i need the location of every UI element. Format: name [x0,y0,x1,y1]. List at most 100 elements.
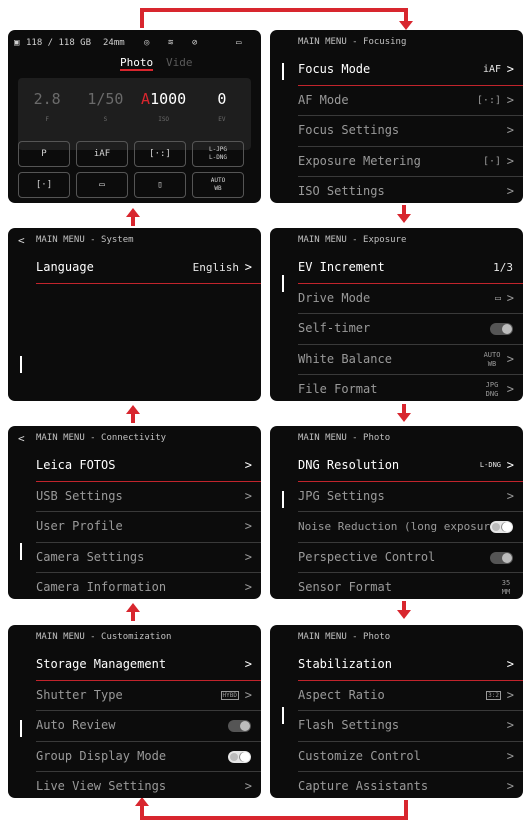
chevron-right-icon: > [244,260,252,274]
chevron-right-icon: > [506,779,514,794]
menu-item-jpg-settings[interactable]: JPG Settings > [298,482,523,513]
menu-item-focus-settings[interactable]: Focus Settings > [298,116,523,147]
wifi-icon: ≋ [168,38,174,48]
menu-item-stabilization[interactable]: Stabilization > [298,650,523,681]
tab-video[interactable]: Vide [166,56,193,69]
chevron-right-icon: > [506,123,514,138]
menu-item-capture-assistants[interactable]: Capture Assistants > [298,772,523,798]
menu-item-live-view-settings[interactable]: Live View Settings > [36,772,261,798]
back-icon[interactable]: < [18,228,25,253]
menu-item-focus-mode[interactable]: Focus Mode iAF > [298,55,523,86]
perspective-control-toggle[interactable] [490,551,513,564]
focal-length: 24mm [103,38,125,48]
menu-focusing: MAIN MENU - Focusing Focus Mode iAF > AF M… [270,30,523,203]
gps-icon: ◎ [144,38,150,48]
menu-customization: MAIN MENU - Customization Storage Manage… [8,625,261,798]
group-display-toggle[interactable] [228,750,251,763]
menu-item-aspect-ratio[interactable]: Aspect Ratio 3:2 > [298,681,523,712]
aperture-readout[interactable]: 2.8 F [18,78,76,150]
program-mode-button[interactable]: P [18,141,70,167]
chevron-right-icon: > [506,92,514,107]
menu-item-group-display-mode[interactable]: Group Display Mode [36,742,261,773]
chevron-right-icon: > [506,382,514,397]
menu-item-iso-settings[interactable]: ISO Settings > [298,177,523,203]
menu-item-storage-management[interactable]: Storage Management > [36,650,261,681]
back-icon[interactable]: < [18,426,25,451]
mode-tabs: Photo Vide [8,56,261,74]
storage-readout: 118 / 118 GB [26,38,92,48]
metering-button[interactable]: [·] [18,172,70,198]
menu-photo-1: MAIN MENU - Photo DNG Resolution L-DNG > J… [270,426,523,599]
menu-item-shutter-type[interactable]: Shutter Type HYBD > [36,681,261,712]
menu-header: < MAIN MENU - System [8,228,261,253]
menu-header: MAIN MENU - Exposure [298,235,407,245]
scrollbar[interactable] [282,707,284,724]
menu-item-ev-increment[interactable]: EV Increment 1/3 [298,253,523,284]
menu-item-white-balance[interactable]: White Balance AUTO WB > [298,345,523,376]
chevron-right-icon: > [506,718,514,733]
chevron-right-icon: > [506,290,514,305]
noise-reduction-toggle[interactable] [490,521,513,534]
scrollbar[interactable] [20,720,22,737]
chevron-right-icon: > [244,687,252,702]
scrollbar[interactable] [20,543,22,560]
scrollbar[interactable] [282,63,284,80]
menu-item-usb-settings[interactable]: USB Settings > [36,482,261,513]
white-balance-button[interactable]: AUTO WB [192,172,244,198]
single-shot-icon: ▭ [494,292,501,304]
menu-item-leica-fotos[interactable]: Leica FOTOS > [36,451,261,482]
chevron-right-icon: > [244,458,252,472]
single-shot-icon: ▭ [99,180,105,190]
chevron-right-icon: > [506,748,514,763]
menu-item-user-profile[interactable]: User Profile > [36,512,261,543]
self-timer-toggle[interactable] [490,323,513,336]
chevron-right-icon: > [506,488,514,503]
menu-item-perspective-control[interactable]: Perspective Control [298,543,523,574]
iso-readout[interactable]: A1000 ISO [135,78,193,150]
menu-item-sensor-format[interactable]: Sensor Format 35 MM [298,573,523,599]
menu-exposure: MAIN MENU - Exposure EV Increment 1/3 Dri… [270,228,523,401]
menu-item-dng-resolution[interactable]: DNG Resolution L-DNG > [298,451,523,482]
menu-item-auto-review[interactable]: Auto Review [36,711,261,742]
tab-photo[interactable]: Photo [120,56,154,71]
menu-item-camera-settings[interactable]: Camera Settings > [36,543,261,574]
ev-readout[interactable]: 0 EV [193,78,251,150]
focus-mode-button[interactable]: iAF [76,141,128,167]
status-bar: ▣ 118 / 118 GB 24mm ◎ ≋ ⊘ ▭ [8,30,261,56]
chevron-right-icon: > [506,687,514,702]
scrollbar[interactable] [282,275,284,292]
menu-item-noise-reduction[interactable]: Noise Reduction (long exposure) [298,512,523,543]
chevron-right-icon: > [244,657,252,671]
drive-mode-button[interactable]: ▭ [76,172,128,198]
chevron-right-icon: > [506,153,514,168]
menu-item-af-mode[interactable]: AF Mode [·:] > [298,86,523,117]
menu-item-camera-information[interactable]: Camera Information > [36,573,261,599]
menu-header: MAIN MENU - Focusing [298,37,407,47]
chevron-right-icon: > [506,458,514,472]
menu-item-language[interactable]: Language English > [36,253,261,284]
file-format-button[interactable]: L-JPG L-DNG [192,141,244,167]
chevron-right-icon: > [244,549,252,564]
menu-item-drive-mode[interactable]: Drive Mode ▭ > [298,284,523,315]
menu-header: MAIN MENU - Photo [298,632,391,642]
shutter-readout[interactable]: 1/50 S [76,78,134,150]
chevron-right-icon: > [244,779,252,794]
chevron-right-icon: > [244,488,252,503]
sd-card-icon: ▣ [14,38,20,48]
scrollbar[interactable] [20,356,22,373]
chevron-right-icon: > [506,657,514,671]
stabilization-button[interactable]: ▯ [134,172,186,198]
af-field-icon: [·:] [149,149,171,159]
auto-review-toggle[interactable] [228,720,251,733]
menu-item-customize-control[interactable]: Customize Control > [298,742,523,773]
menu-item-exposure-metering[interactable]: Exposure Metering [·] > [298,147,523,178]
menu-item-flash-settings[interactable]: Flash Settings > [298,711,523,742]
menu-item-self-timer[interactable]: Self-timer [298,314,523,345]
menu-photo-2: MAIN MENU - Photo Stabilization > Aspect … [270,625,523,798]
menu-connectivity: < MAIN MENU - Connectivity Leica FOTOS > U… [8,426,261,599]
home-screen: ▣ 118 / 118 GB 24mm ◎ ≋ ⊘ ▭ Photo Vide 2… [8,30,261,203]
menu-item-file-format[interactable]: File Format JPG DNG > [298,375,523,401]
menu-system: < MAIN MENU - System Language English > [8,228,261,401]
scrollbar[interactable] [282,491,284,508]
af-mode-button[interactable]: [·:] [134,141,186,167]
